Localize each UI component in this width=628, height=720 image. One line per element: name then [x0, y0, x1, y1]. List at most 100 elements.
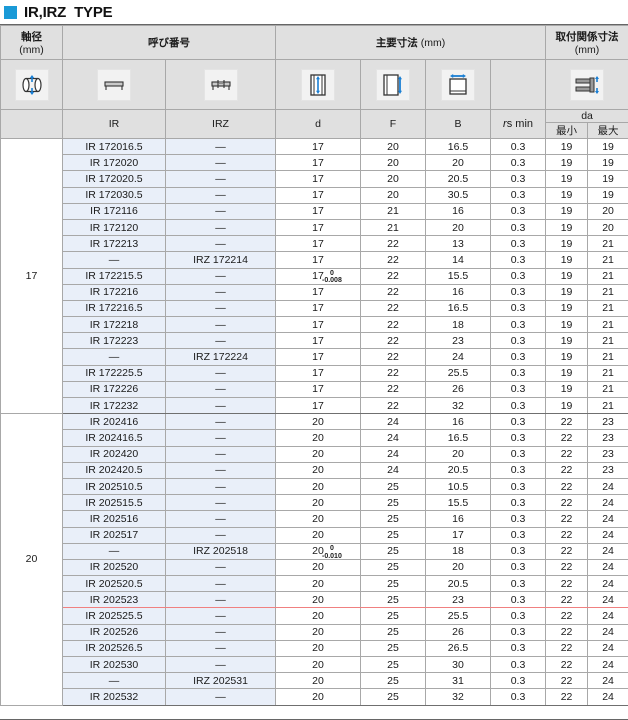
cell-d-value: 17	[275, 316, 361, 334]
table-row: IR 172116—17 21 16 0.3 19 20	[1, 202, 628, 220]
cell-b-value: 26.5	[425, 639, 491, 658]
cell-b-value: 10.5	[425, 477, 491, 496]
cell-ir-designation: IR 202526	[62, 623, 166, 641]
table-row: IR 202520.5—20 25 20.5 0.3 22 24	[1, 575, 628, 593]
cell-ir-designation: IR 202516	[62, 510, 166, 528]
cell-da-min-value: 19	[545, 299, 589, 318]
cell-da-min-value: 19	[545, 202, 589, 220]
header-designation: 呼び番号	[62, 25, 276, 60]
cell-rs-min-value: 0.3	[489, 170, 547, 188]
cell-irz-designation: —	[165, 170, 276, 188]
cell-irz-designation: —	[165, 607, 276, 625]
cell-irz-designation: —	[165, 283, 276, 301]
bearing-dimension-table: 軸径 (mm) 呼び番号 主要寸法 (mm) 取付関係寸法 (mm) IR IR…	[0, 25, 628, 706]
cell-rs-min-value: 0.3	[489, 396, 547, 415]
cell-b-value: 20.5	[425, 461, 491, 479]
shaft-diameter-icon	[14, 68, 49, 101]
cell-da-min-value: 19	[545, 348, 589, 366]
cell-f-value: 22	[360, 332, 426, 350]
cell-f-value: 22	[360, 348, 426, 366]
cell-f-value: 25	[360, 607, 426, 625]
cell-da-max-value: 24	[587, 510, 628, 528]
cell-ir-designation: IR 202532	[62, 688, 166, 706]
cell-rs-min-value: 0.3	[489, 380, 547, 399]
cell-rs-min-value: 0.3	[489, 526, 547, 544]
cell-rs-min-value: 0.3	[489, 429, 547, 447]
cell-b-value: 32	[425, 688, 491, 706]
cell-b-value: 31	[425, 672, 491, 690]
cell-d-value: 20 0 -0.010	[275, 542, 361, 560]
cell-d-value: 20	[275, 413, 361, 431]
cell-rs-min-value: 0.3	[489, 202, 547, 220]
table-row: IR 172218—17 22 18 0.3 19 21	[1, 316, 628, 334]
table-row: IR 172225.5—17 22 25.5 0.3 19 21	[1, 364, 628, 382]
d-tolerance-annotation: 0 -0.008	[322, 270, 342, 285]
cell-rs-min-value: 0.3	[489, 672, 547, 690]
cell-rs-min-value: 0.3	[489, 186, 547, 204]
cell-irz-designation: —	[165, 429, 276, 447]
cell-f-value: 20	[360, 170, 426, 188]
cell-d-value: 20	[275, 494, 361, 512]
cell-d-value: 17	[275, 170, 361, 188]
ir-bushing-icon	[97, 68, 131, 101]
cell-da-min-value: 22	[545, 461, 589, 479]
mounting-da-icon	[570, 68, 605, 101]
cell-ir-designation: IR 172216	[62, 283, 166, 301]
cell-rs-min-value: 0.3	[489, 494, 547, 512]
cell-irz-designation: —	[165, 364, 276, 382]
table-row: IR 202520—20 25 20 0.3 22 24	[1, 558, 628, 577]
title-accent-square	[4, 5, 17, 19]
cell-f-value: 22	[360, 380, 426, 399]
cell-d-value: 20	[275, 558, 361, 577]
cell-d-value: 17	[275, 251, 361, 269]
cell-d-value: 20	[275, 623, 361, 641]
header-da-group-label: da	[545, 109, 628, 123]
cell-da-min-value: 19	[545, 396, 589, 415]
shaft-diameter-value: 17	[0, 137, 63, 415]
cell-d-value: 17	[275, 283, 361, 301]
cell-da-max-value: 20	[587, 202, 628, 220]
cell-irz-designation: —	[165, 477, 276, 496]
cell-irz-designation: IRZ 172214	[165, 251, 276, 269]
cell-ir-designation: IR 202510.5	[62, 477, 166, 496]
cell-irz-designation: —	[165, 655, 276, 674]
cell-d-value: 20	[275, 461, 361, 479]
cell-ir-designation: IR 172215.5	[62, 267, 166, 285]
cell-b-value: 14	[425, 251, 491, 269]
cell-d-value: 17	[275, 348, 361, 366]
cell-d-value: 17	[275, 364, 361, 382]
cell-ir-designation: IR 172030.5	[62, 186, 166, 204]
irz-flanged-bushing-icon	[203, 68, 238, 101]
cell-d-value: 17	[275, 380, 361, 399]
table-row: IR 202416.5—20 24 16.5 0.3 22 23	[1, 429, 628, 447]
cell-ir-designation: IR 202525.5	[62, 607, 166, 625]
cell-da-max-value: 21	[587, 251, 628, 269]
cell-d-value: 20	[275, 688, 361, 706]
cell-rs-min-value: 0.3	[489, 445, 547, 463]
cell-rs-min-value: 0.3	[489, 542, 547, 560]
cell-b-value: 20	[425, 218, 491, 237]
cell-da-min-value: 19	[545, 170, 589, 188]
cell-b-value: 20.5	[425, 575, 491, 593]
cell-ir-designation: IR 172232	[62, 396, 166, 415]
cell-ir-designation: IR 202420.5	[62, 461, 166, 479]
cell-rs-min-value: 0.3	[489, 299, 547, 318]
table-row: — IRZ 172224 17 22 24 0.3 19 21	[1, 348, 628, 366]
cell-irz-designation: —	[165, 445, 276, 463]
cell-da-min-value: 19	[545, 364, 589, 382]
header-rs-min-label: rs min	[489, 109, 547, 139]
cell-d-value: 17	[275, 154, 361, 172]
cell-irz-designation: —	[165, 639, 276, 658]
header-shaft-diameter: 軸径 (mm)	[0, 25, 63, 60]
cell-d-value: 17	[275, 202, 361, 220]
cell-rs-min-value: 0.3	[489, 413, 547, 431]
cell-da-max-value: 23	[587, 429, 628, 447]
cell-ir-designation: IR 202523	[62, 591, 166, 609]
cell-da-max-value: 24	[587, 623, 628, 641]
cell-rs-min-value: 0.3	[489, 639, 547, 658]
table-row: IR 202532—20 25 32 0.3 22 24	[1, 688, 628, 706]
cell-da-min-value: 22	[545, 477, 589, 496]
cell-da-max-value: 19	[587, 137, 628, 156]
cell-d-value: 17	[275, 137, 361, 156]
cell-ir-designation: IR 172225.5	[62, 364, 166, 382]
